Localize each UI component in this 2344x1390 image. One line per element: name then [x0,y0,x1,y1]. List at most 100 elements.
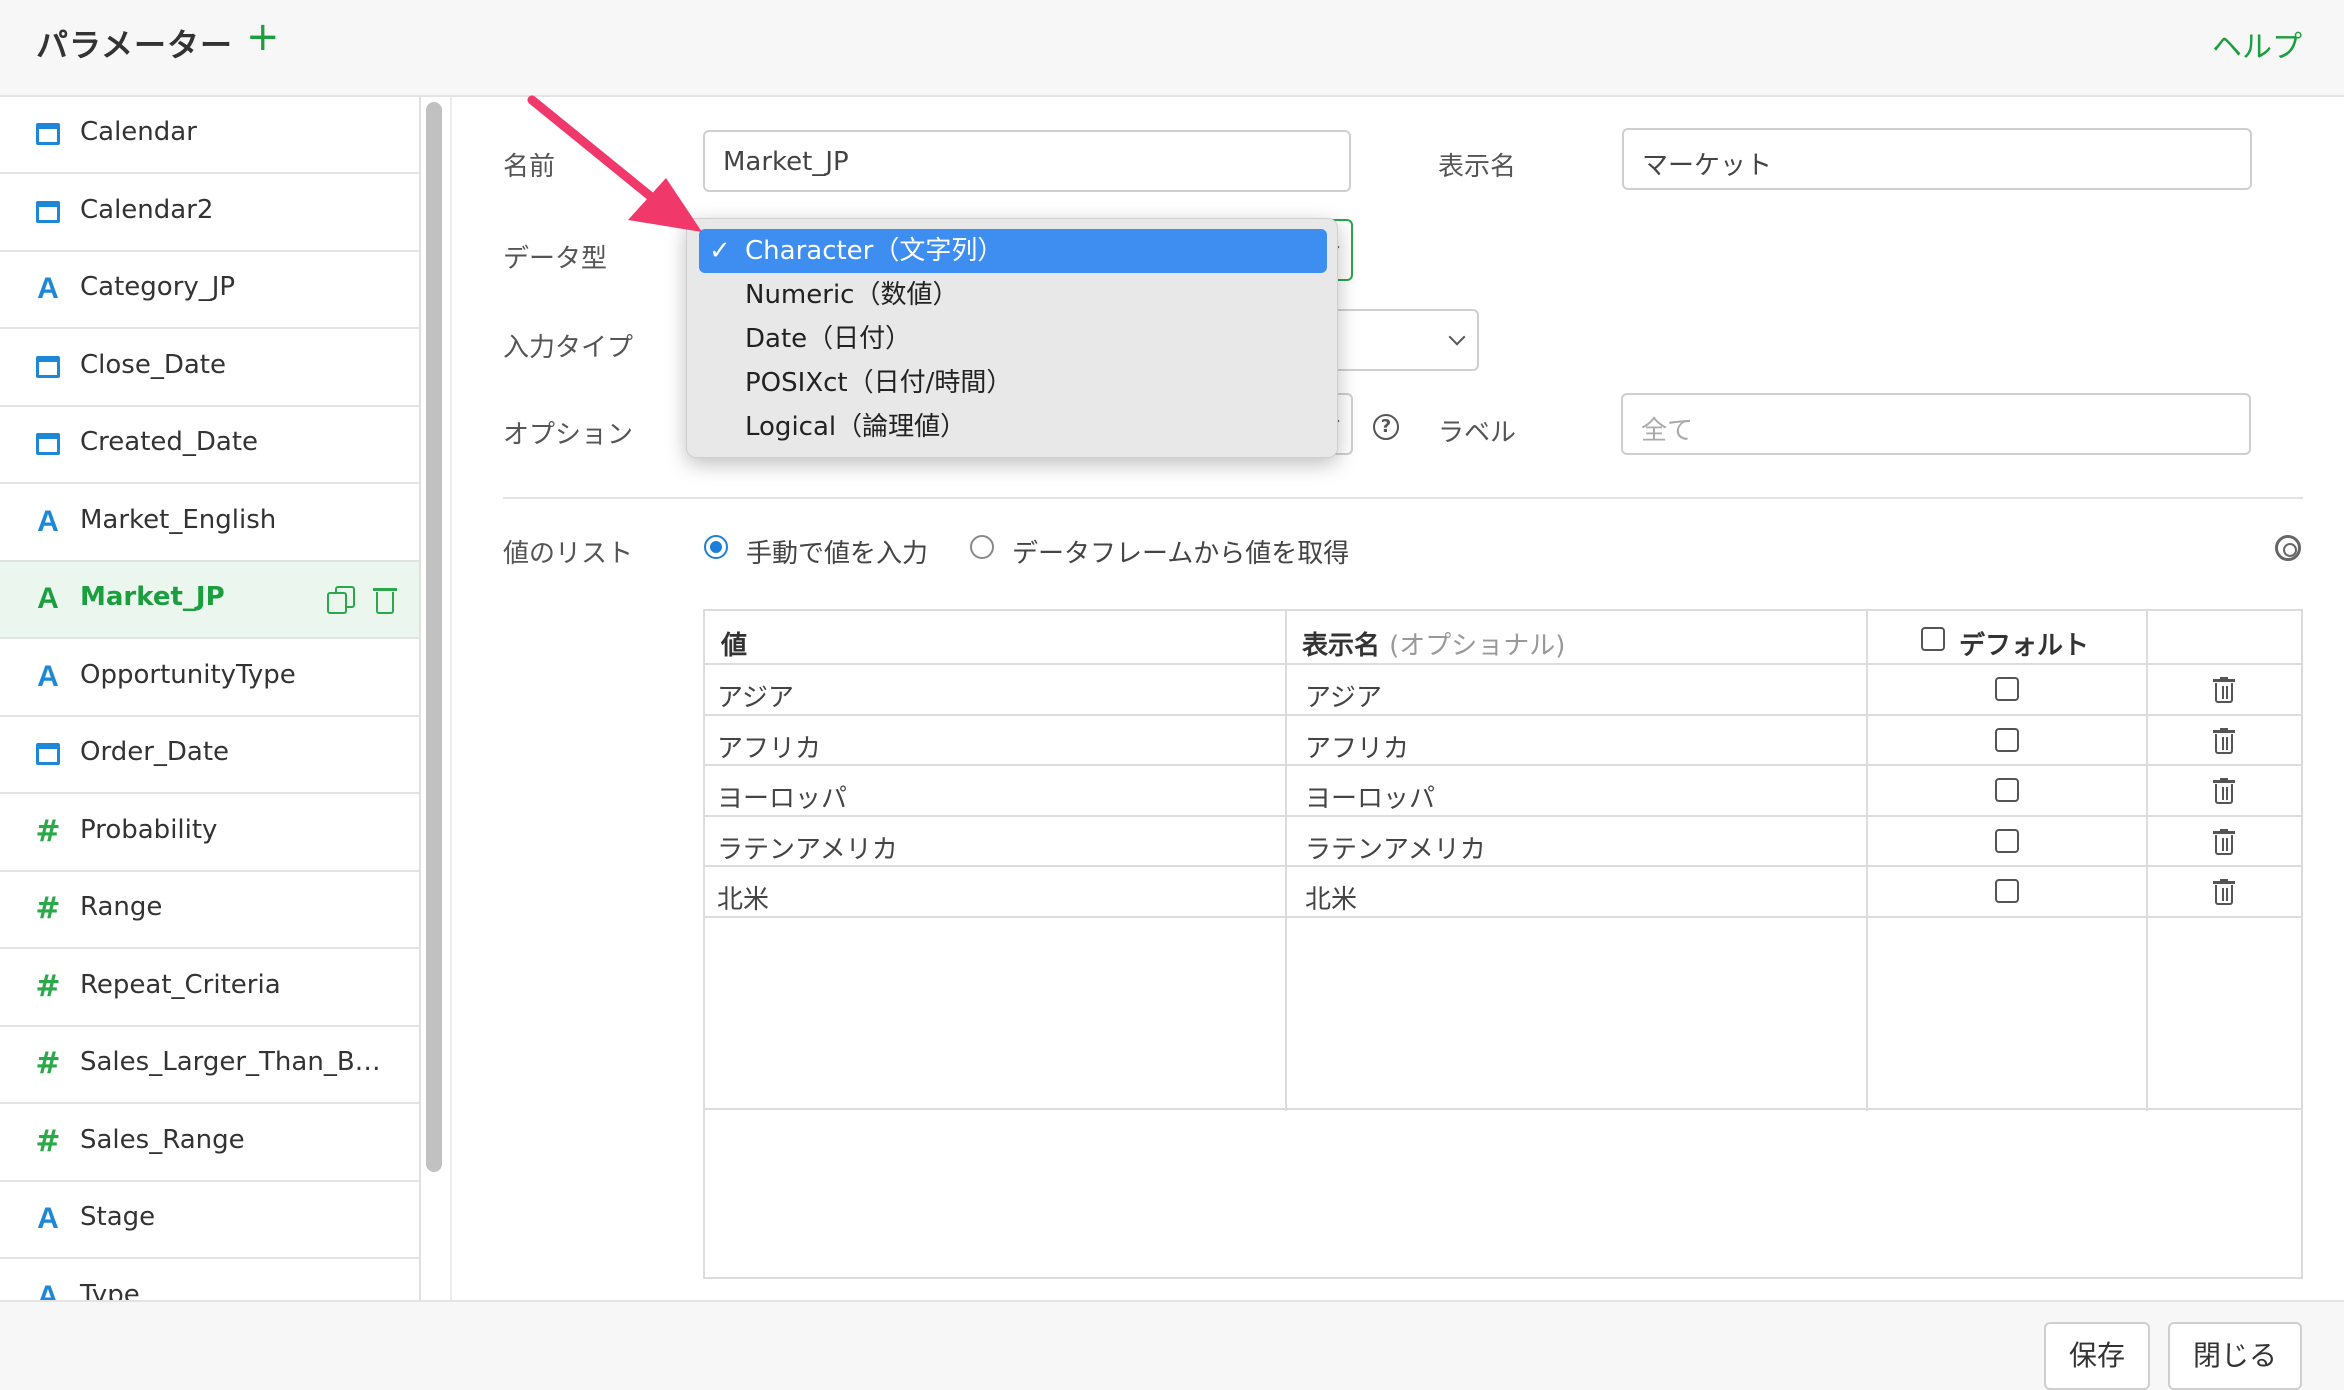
sidebar-item[interactable]: # Repeat_Criteria [0,950,419,1027]
close-button[interactable]: 閉じる [2168,1322,2302,1390]
dataframe-radio[interactable] [970,535,994,559]
value-cell[interactable]: 北米 [717,879,769,916]
datatype-option[interactable]: Numeric（数値） [699,273,1327,317]
trash-icon-shape [373,588,397,591]
sidebar-item[interactable]: A OpportunityType [0,640,419,717]
display-name-input[interactable]: マーケット [1622,128,2252,190]
text-type-icon: A [37,582,59,615]
copy-icon[interactable] [327,586,355,614]
default-checkbox[interactable] [1995,778,2019,802]
sidebar-item[interactable]: Created_Date [0,407,419,484]
copy-icon-shape [327,592,347,614]
trash-icon-shape [2213,780,2235,783]
sidebar-item-label: Category_JP [80,272,236,302]
column-header-default: デフォルト [1959,631,2090,661]
display-cell[interactable]: ラテンアメリカ [1305,829,1486,866]
name-input[interactable]: Market_JP [703,130,1351,192]
datatype-option[interactable]: Date（日付） [699,317,1327,361]
number-type-icon: # [35,891,61,926]
label-label: ラベル [1438,418,1517,448]
text-type-icon: A [37,1202,59,1235]
trash-icon-shape [2213,830,2235,834]
datatype-option-label: Logical（論理値） [745,412,967,442]
save-button[interactable]: 保存 [2044,1322,2150,1390]
option-label: オプション [503,420,634,450]
default-all-checkbox[interactable] [1921,627,1945,651]
column-header-display: 表示名 (オプショナル) [1302,625,1565,662]
calendar-icon-shape [36,123,60,145]
sidebar-item[interactable]: A Market_English [0,485,419,562]
display-name-label: 表示名 [1438,152,1517,182]
row-divider [705,764,2301,766]
value-cell[interactable]: アフリカ [717,728,821,765]
sidebar-item[interactable]: A Type [0,1260,419,1301]
number-type-icon: # [35,1046,61,1081]
display-cell[interactable]: アフリカ [1305,728,1409,765]
trash-icon[interactable] [2213,778,2235,806]
sidebar-item[interactable]: # Sales_Range [0,1105,419,1182]
display-cell[interactable]: アジア [1305,677,1382,714]
value-cell[interactable]: ラテンアメリカ [717,829,898,866]
dataframe-label[interactable]: データフレームから値を取得 [1012,533,1349,570]
trash-icon[interactable] [2213,677,2235,705]
column-divider [1866,611,1868,1111]
calendar-icon-shape [36,355,60,378]
column-header-display-text: 表示名 [1302,631,1381,661]
trash-icon[interactable] [2213,727,2235,756]
sidebar-item[interactable]: Order_Date [0,717,419,794]
label-input[interactable]: 全て [1621,393,2251,455]
help-icon[interactable]: ? [1373,414,1399,440]
sidebar-item-label: Order_Date [80,737,230,767]
row-divider [705,1108,2301,1110]
value-cell[interactable]: アジア [717,677,794,714]
manual-input-label[interactable]: 手動で値を入力 [746,533,928,570]
sidebar-item-label: Created_Date [80,427,259,457]
sidebar-item[interactable]: # Range [0,872,419,949]
trash-icon[interactable] [2213,879,2235,907]
divider [450,97,452,1300]
row-divider [705,865,2301,867]
default-checkbox[interactable] [1995,828,2019,853]
trash-icon-shape [376,592,394,614]
default-checkbox[interactable] [1995,727,2019,752]
sidebar-item[interactable]: Close_Date [0,330,419,407]
datatype-option[interactable]: POSIXct（日付/時間） [699,361,1327,405]
sidebar-item[interactable]: A Market_JP [0,562,419,639]
row-divider [705,713,2301,716]
sidebar-item[interactable]: A Category_JP [0,252,419,329]
sidebar-item-label: Market_English [80,504,277,535]
trash-icon-shape [2215,885,2233,905]
datatype-option-label: Numeric（数値） [745,280,959,310]
add-parameter-button[interactable]: + [246,14,280,60]
sidebar-item[interactable]: A Stage [0,1182,419,1259]
value-list-label: 値のリスト [503,539,634,569]
value-cell[interactable]: ヨーロッパ [717,778,847,815]
calendar-icon [34,427,62,461]
gear-icon[interactable] [2275,535,2301,561]
sidebar-item[interactable]: Calendar2 [0,175,419,252]
sidebar-item[interactable]: # Probability [0,795,419,872]
datatype-option-label: Character（文字列） [745,236,1004,266]
trash-icon-shape [2215,834,2233,855]
column-divider [2146,611,2148,1111]
calendar-icon [34,117,62,151]
chevron-down-icon [1448,328,1466,346]
sidebar-item[interactable]: Calendar [0,97,419,174]
column-header-value: 値 [721,631,748,661]
help-link[interactable]: ヘルプ [2212,22,2302,66]
datatype-option[interactable]: ✓ Character（文字列） [699,229,1327,273]
display-cell[interactable]: 北米 [1305,879,1357,916]
text-type-icon: A [37,504,59,538]
default-checkbox[interactable] [1995,677,2019,701]
trash-icon[interactable] [2213,828,2235,857]
calendar-icon [34,350,62,384]
default-checkbox[interactable] [1995,879,2019,903]
display-cell[interactable]: ヨーロッパ [1305,778,1435,815]
manual-input-radio[interactable] [704,535,728,559]
datatype-option[interactable]: Logical（論理値） [699,405,1327,449]
datatype-option-label: Date（日付） [745,324,912,354]
sidebar-item[interactable]: # Sales_Larger_Than_B… [0,1027,419,1104]
trash-icon[interactable] [373,586,397,614]
text-type-icon: A [37,659,59,693]
sidebar-scrollbar[interactable] [426,102,442,1172]
